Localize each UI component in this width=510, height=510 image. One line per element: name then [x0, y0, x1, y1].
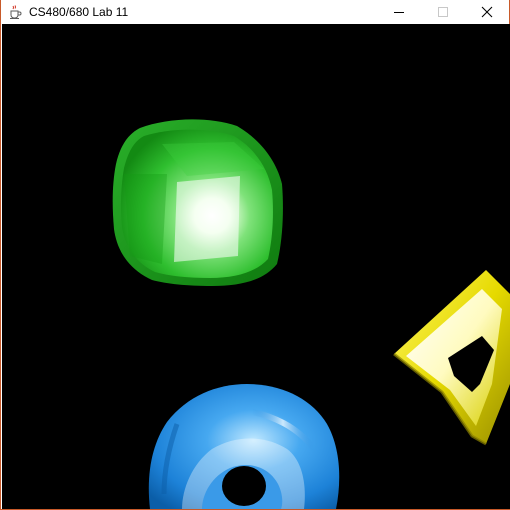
window-controls	[377, 0, 509, 24]
title-bar[interactable]: CS480/680 Lab 11	[1, 0, 509, 24]
green-cube	[112, 119, 283, 286]
maximize-icon	[438, 7, 448, 17]
minimize-icon	[394, 12, 404, 13]
scene-render	[112, 119, 510, 509]
close-icon	[481, 6, 493, 18]
yellow-square-ring	[393, 270, 510, 446]
maximize-button[interactable]	[421, 0, 465, 24]
opengl-canvas[interactable]	[2, 24, 510, 509]
java-coffee-cup-icon	[7, 4, 23, 20]
blue-torus	[148, 384, 340, 509]
window-title: CS480/680 Lab 11	[29, 5, 129, 19]
minimize-button[interactable]	[377, 0, 421, 24]
close-button[interactable]	[465, 0, 509, 24]
app-window: CS480/680 Lab 11	[0, 0, 510, 510]
